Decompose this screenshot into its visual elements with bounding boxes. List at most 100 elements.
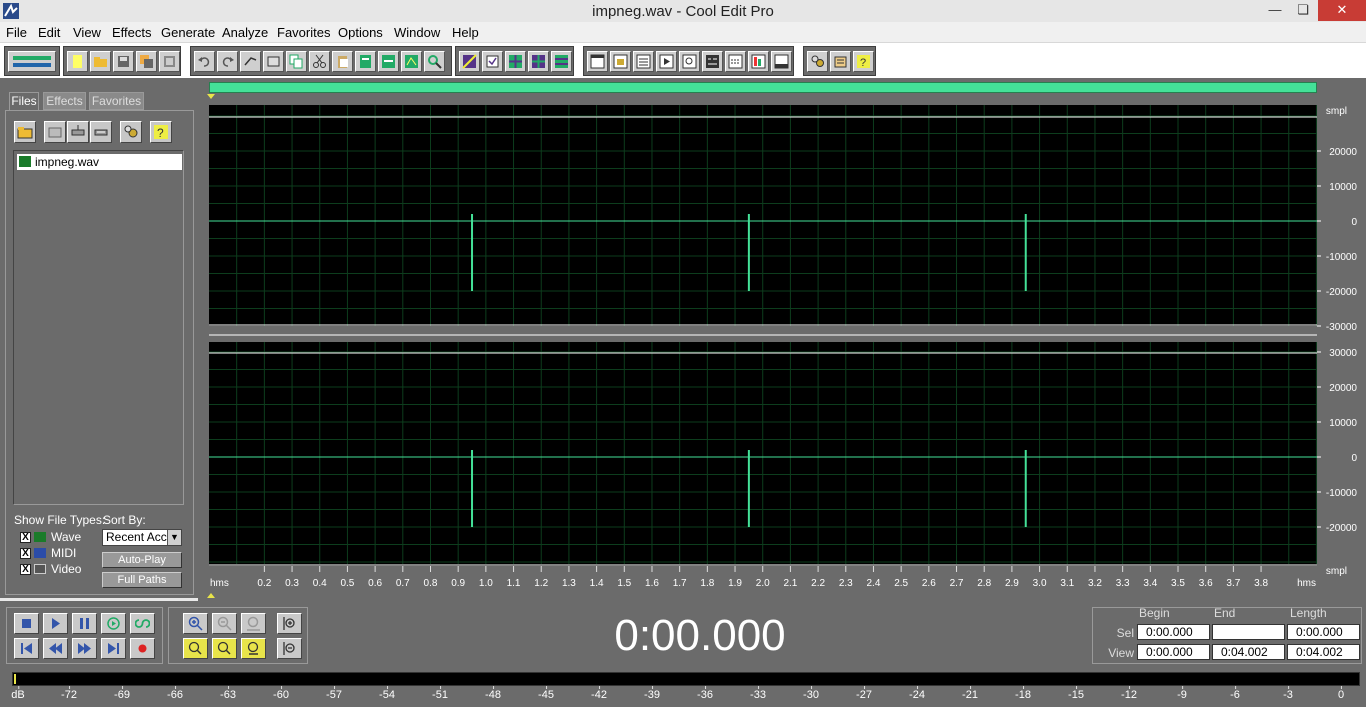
- view-mode-1-button[interactable]: [505, 51, 526, 72]
- save-all-button[interactable]: [136, 51, 157, 72]
- waveform-display[interactable]: 20000 10000 0 -10000 -20000 -30000 30000 20000 1…: [198, 93, 1366, 601]
- copy-to-new-button[interactable]: [263, 51, 284, 72]
- paste-to-new-button[interactable]: [355, 51, 376, 72]
- mode-toggle-button[interactable]: [8, 51, 56, 72]
- menu-favorites[interactable]: Favorites: [277, 25, 330, 40]
- zero-crossing-button[interactable]: [424, 51, 445, 72]
- minimize-button[interactable]: —: [1263, 0, 1287, 21]
- menu-generate[interactable]: Generate: [161, 25, 215, 40]
- level-meter-window-button[interactable]: [748, 51, 769, 72]
- menu-effects[interactable]: Effects: [112, 25, 152, 40]
- zoom-in-button[interactable]: [183, 613, 208, 634]
- spectral-view-button[interactable]: [459, 51, 480, 72]
- go-to-start-button[interactable]: [14, 638, 39, 659]
- fast-forward-button[interactable]: [72, 638, 97, 659]
- sort-by-value: Recent Acc: [106, 530, 167, 544]
- overview-bar[interactable]: [209, 82, 1317, 93]
- db-tick: -42: [591, 686, 607, 701]
- info-window-button[interactable]: [610, 51, 631, 72]
- menu-file[interactable]: File: [6, 25, 27, 40]
- help-button[interactable]: ?: [853, 51, 874, 72]
- menu-window[interactable]: Window: [394, 25, 440, 40]
- zoom-window-button[interactable]: [679, 51, 700, 72]
- tab-favorites[interactable]: Favorites: [89, 92, 144, 110]
- redo-button[interactable]: [217, 51, 238, 72]
- grid-view-icon: [532, 55, 545, 68]
- tab-effects[interactable]: Effects: [43, 92, 86, 110]
- view-mode-3-button[interactable]: [551, 51, 572, 72]
- amplitude-tick-label: 20000: [1329, 383, 1357, 394]
- scripts-button[interactable]: [830, 51, 851, 72]
- file-list[interactable]: impneg.wav: [13, 150, 184, 505]
- file-settings-button[interactable]: [120, 121, 142, 143]
- loop-button[interactable]: [130, 613, 155, 634]
- menu-options[interactable]: Options: [338, 25, 383, 40]
- open-file-button[interactable]: [90, 51, 111, 72]
- view-length-field[interactable]: 0:04.002: [1287, 644, 1360, 660]
- settings-button[interactable]: [807, 51, 828, 72]
- open-file-panel-button[interactable]: [14, 121, 36, 143]
- play-button[interactable]: [43, 613, 68, 634]
- zoom-out-button[interactable]: [212, 613, 237, 634]
- menu-analyze[interactable]: Analyze: [222, 25, 268, 40]
- menu-view[interactable]: View: [73, 25, 101, 40]
- auto-play-button[interactable]: Auto-Play: [102, 552, 182, 568]
- close-button[interactable]: ✕: [1318, 0, 1366, 21]
- time-window-button[interactable]: [702, 51, 723, 72]
- new-file-button[interactable]: [67, 51, 88, 72]
- chevron-down-icon: ▼: [167, 530, 181, 545]
- zoom-to-left-button[interactable]: [183, 638, 208, 659]
- transport-window-button[interactable]: [656, 51, 677, 72]
- snap-button[interactable]: [482, 51, 503, 72]
- view-begin-field[interactable]: 0:00.000: [1137, 644, 1210, 660]
- close-file-button[interactable]: [159, 51, 180, 72]
- save-button[interactable]: [113, 51, 134, 72]
- wave-filter-checkbox[interactable]: X: [20, 532, 31, 543]
- zoom-full-button[interactable]: [241, 613, 266, 634]
- undo-button[interactable]: [194, 51, 215, 72]
- cue-list-button[interactable]: [633, 51, 654, 72]
- sort-by-select[interactable]: Recent Acc ▼: [102, 529, 182, 546]
- selection-window-button[interactable]: [725, 51, 746, 72]
- zoom-to-right-button[interactable]: [212, 638, 237, 659]
- sel-begin-field[interactable]: 0:00.000: [1137, 624, 1210, 640]
- organizer-window-button[interactable]: [587, 51, 608, 72]
- trim-button[interactable]: [401, 51, 422, 72]
- waveform-editor[interactable]: 20000 10000 0 -10000 -20000 -30000 30000 20000 1…: [198, 78, 1366, 601]
- cut-button[interactable]: [309, 51, 330, 72]
- view-mode-2-button[interactable]: [528, 51, 549, 72]
- sel-length-field[interactable]: 0:00.000: [1287, 624, 1360, 640]
- file-help-button[interactable]: ?: [150, 121, 172, 143]
- rewind-button[interactable]: [43, 638, 68, 659]
- list-item[interactable]: impneg.wav: [17, 154, 182, 170]
- zoom-to-selection-button[interactable]: [241, 638, 266, 659]
- zoom-in-vertical-button[interactable]: [277, 613, 302, 634]
- video-filter-checkbox[interactable]: X: [20, 564, 31, 575]
- menu-help[interactable]: Help: [452, 25, 479, 40]
- view-end-field[interactable]: 0:04.002: [1212, 644, 1285, 660]
- midi-filter-checkbox[interactable]: X: [20, 548, 31, 559]
- full-paths-button[interactable]: Full Paths: [102, 572, 182, 588]
- window-icon: [590, 54, 605, 69]
- tab-files[interactable]: Files: [9, 92, 39, 110]
- maximize-button[interactable]: ❏: [1291, 0, 1315, 21]
- menu-edit[interactable]: Edit: [38, 25, 60, 40]
- sel-end-field[interactable]: [1212, 624, 1285, 640]
- insert-into-multitrack-button[interactable]: [67, 121, 89, 143]
- go-to-end-button[interactable]: [101, 638, 126, 659]
- repeat-button[interactable]: [240, 51, 261, 72]
- zoom-out-vertical-button[interactable]: [277, 638, 302, 659]
- play-to-end-button[interactable]: [101, 613, 126, 634]
- amplitude-tick-label: 10000: [1329, 182, 1357, 193]
- status-bar-button[interactable]: [771, 51, 792, 72]
- paste-button[interactable]: [332, 51, 353, 72]
- multitrack-icon: [13, 56, 51, 67]
- stop-button[interactable]: [14, 613, 39, 634]
- edit-file-button[interactable]: [90, 121, 112, 143]
- skip-forward-icon: [108, 643, 119, 654]
- record-button[interactable]: [130, 638, 155, 659]
- copy-button[interactable]: [286, 51, 307, 72]
- close-file-panel-button[interactable]: [44, 121, 66, 143]
- pause-button[interactable]: [72, 613, 97, 634]
- mix-paste-button[interactable]: [378, 51, 399, 72]
